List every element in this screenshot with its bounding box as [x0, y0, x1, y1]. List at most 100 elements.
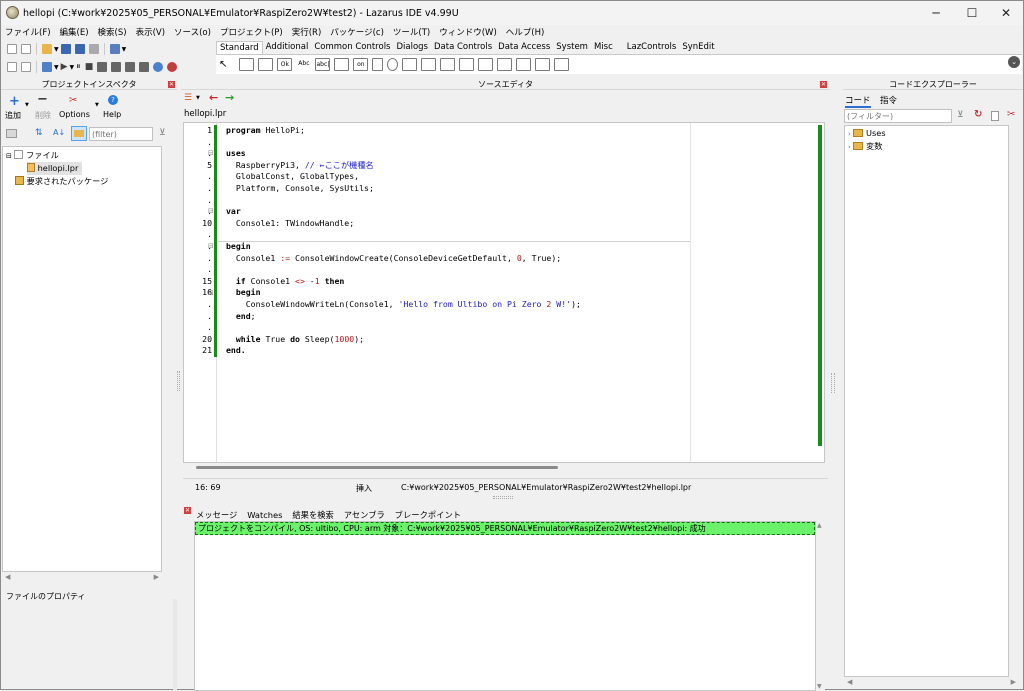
inspector-filter-input[interactable] [89, 127, 153, 141]
scrollbar-icon[interactable] [440, 57, 456, 71]
chevron-down-icon[interactable]: ▼ [196, 95, 200, 101]
options-tools-icon[interactable]: ✂ [69, 95, 77, 106]
frame-icon[interactable] [535, 57, 551, 71]
edit-icon[interactable]: abc| [315, 57, 331, 71]
menu-tools[interactable]: ツール(T) [389, 26, 435, 38]
minus-icon[interactable]: − [37, 92, 48, 107]
fold-marker-icon[interactable]: ⊟ [208, 149, 214, 157]
checkbox-icon[interactable] [372, 57, 384, 71]
messages-vertical-scrollbar[interactable]: ▲ ▼ [816, 521, 825, 691]
help-button[interactable]: Help [103, 110, 121, 119]
right-splitter[interactable] [831, 373, 835, 393]
fold-marker-icon[interactable]: ⊟ [208, 289, 214, 297]
explorer-vertical-scrollbar[interactable] [1010, 125, 1019, 677]
new-form-icon[interactable] [21, 44, 31, 54]
tab-assembler[interactable]: アセンブラ [344, 510, 385, 520]
code-line[interactable]: Console1: TWindowHandle; [226, 218, 581, 230]
fold-marker-icon[interactable]: ⊟ [208, 242, 214, 250]
code-line[interactable]: Platform, Console, SysUtils; [226, 183, 581, 195]
tree-node-files[interactable]: ⊟ ファイル [6, 149, 59, 163]
fold-marker-icon[interactable]: ⊟ [208, 207, 214, 215]
popup-menu-icon[interactable] [258, 57, 274, 71]
close-file-icon[interactable] [88, 44, 99, 54]
code-line[interactable]: end. [226, 345, 581, 357]
toggle-box-icon[interactable]: on [353, 57, 369, 71]
tab-data-controls[interactable]: Data Controls [431, 41, 495, 54]
build-icon[interactable] [42, 62, 52, 72]
add-button[interactable]: 追加 [5, 110, 21, 121]
message-line-success[interactable]: プロジェクトをコンパイル, OS: ultibo, CPU: arm 対象：C:… [195, 522, 815, 535]
view-units-icon[interactable] [7, 62, 17, 72]
code-line[interactable]: var [226, 206, 581, 218]
palette-expand-icon[interactable]: ⌄ [1008, 56, 1020, 68]
new-file-icon[interactable] [7, 44, 17, 54]
tab-common-controls[interactable]: Common Controls [311, 41, 393, 54]
tab-data-access[interactable]: Data Access [495, 41, 553, 54]
close-icon[interactable]: ✕ [820, 81, 827, 88]
groupbox-icon[interactable] [459, 57, 475, 71]
menu-source[interactable]: ソース(o) [170, 26, 216, 38]
step-into-icon[interactable] [97, 62, 108, 72]
tab-misc[interactable]: Misc [591, 41, 616, 54]
chevron-down-icon[interactable]: ▼ [54, 46, 59, 53]
filter-clear-icon[interactable]: ⊻ [957, 110, 964, 120]
code-line[interactable]: ConsoleWindowWriteLn(Console1, 'Hello fr… [226, 299, 581, 311]
menu-search[interactable]: 検索(S) [94, 26, 132, 38]
tools-icon[interactable]: ✂ [1007, 109, 1015, 120]
code-line[interactable]: ​ [226, 357, 581, 369]
menu-file[interactable]: ファイル(F) [1, 26, 56, 38]
jump-history-icon[interactable]: ☰ [184, 93, 192, 103]
code-line[interactable]: if Console1 <> -1 then [226, 276, 581, 288]
tab-dialogs[interactable]: Dialogs [393, 41, 431, 54]
explorer-horizontal-scrollbar[interactable]: ◀ ▶ [844, 678, 1019, 687]
save-all-icon[interactable] [74, 44, 85, 54]
listbox-icon[interactable] [402, 57, 418, 71]
main-menu-icon[interactable] [239, 57, 255, 71]
plus-icon[interactable]: + [9, 94, 20, 109]
run-icon[interactable]: ▶ [61, 62, 68, 72]
sort-alpha-icon[interactable]: A↓ [53, 128, 65, 137]
code-line[interactable]: RaspberryPi3, // ←ここが機種名 [226, 160, 581, 172]
code-line[interactable]: GlobalConst, GlobalTypes, [226, 171, 581, 183]
code-line[interactable]: while True do Sleep(1000); [226, 334, 581, 346]
code-line[interactable]: begin [226, 241, 581, 253]
tree-node-hellopi[interactable]: hellopi.lpr [27, 162, 83, 175]
bottom-splitter[interactable] [493, 496, 513, 499]
code-line[interactable]: ​ [226, 322, 581, 334]
chevron-down-icon[interactable]: ▼ [54, 64, 59, 71]
code-editor[interactable]: 1.. 5.... 10.... 15 16... 20 21 ⊟ ⊟ ⊟ ⊟ progra… [183, 122, 825, 463]
menu-package[interactable]: パッケージ(c) [326, 26, 389, 38]
tab-lazcontrols[interactable]: LazControls [624, 41, 680, 54]
code-line[interactable]: end; [226, 311, 581, 323]
panel-icon[interactable] [516, 57, 532, 71]
view-forms-icon[interactable] [21, 62, 31, 72]
radio-button-icon[interactable] [387, 57, 399, 71]
inspector-vertical-scrollbar[interactable] [163, 146, 172, 572]
refresh-icon[interactable]: ↻ [974, 109, 982, 120]
editor-horizontal-scrollbar[interactable] [183, 463, 825, 472]
menu-project[interactable]: プロジェクト(P) [216, 26, 288, 38]
tab-standard[interactable]: Standard [216, 41, 263, 54]
menu-edit[interactable]: 編集(E) [56, 26, 94, 38]
radiogroup-icon[interactable] [478, 57, 494, 71]
pointer-icon[interactable]: ↖ [219, 59, 227, 70]
tab-breakpoints[interactable]: ブレークポイント [395, 510, 461, 520]
close-icon[interactable]: ✕ [184, 507, 191, 514]
tab-code[interactable]: コード [845, 94, 871, 108]
tab-search-results[interactable]: 結果を検索 [292, 510, 334, 520]
maximize-button[interactable]: ☐ [955, 1, 989, 25]
code-line[interactable]: program HelloPi; [226, 125, 581, 137]
step-out-icon[interactable] [125, 62, 136, 72]
back-arrow-icon[interactable]: ← [209, 91, 218, 104]
minimize-button[interactable]: ─ [919, 1, 953, 25]
close-icon[interactable]: ✕ [168, 81, 175, 88]
tab-system[interactable]: System [553, 41, 591, 54]
menu-view[interactable]: 表示(V) [132, 26, 170, 38]
step-over-icon[interactable] [111, 62, 122, 72]
remove-button[interactable]: 削除 [35, 110, 51, 121]
label-icon[interactable]: Abc [296, 57, 312, 71]
explorer-filter-input[interactable] [844, 109, 952, 123]
checkgroup-icon[interactable] [497, 57, 513, 71]
code-line[interactable]: ​ [226, 264, 581, 276]
debug-gear-icon[interactable] [167, 62, 178, 72]
